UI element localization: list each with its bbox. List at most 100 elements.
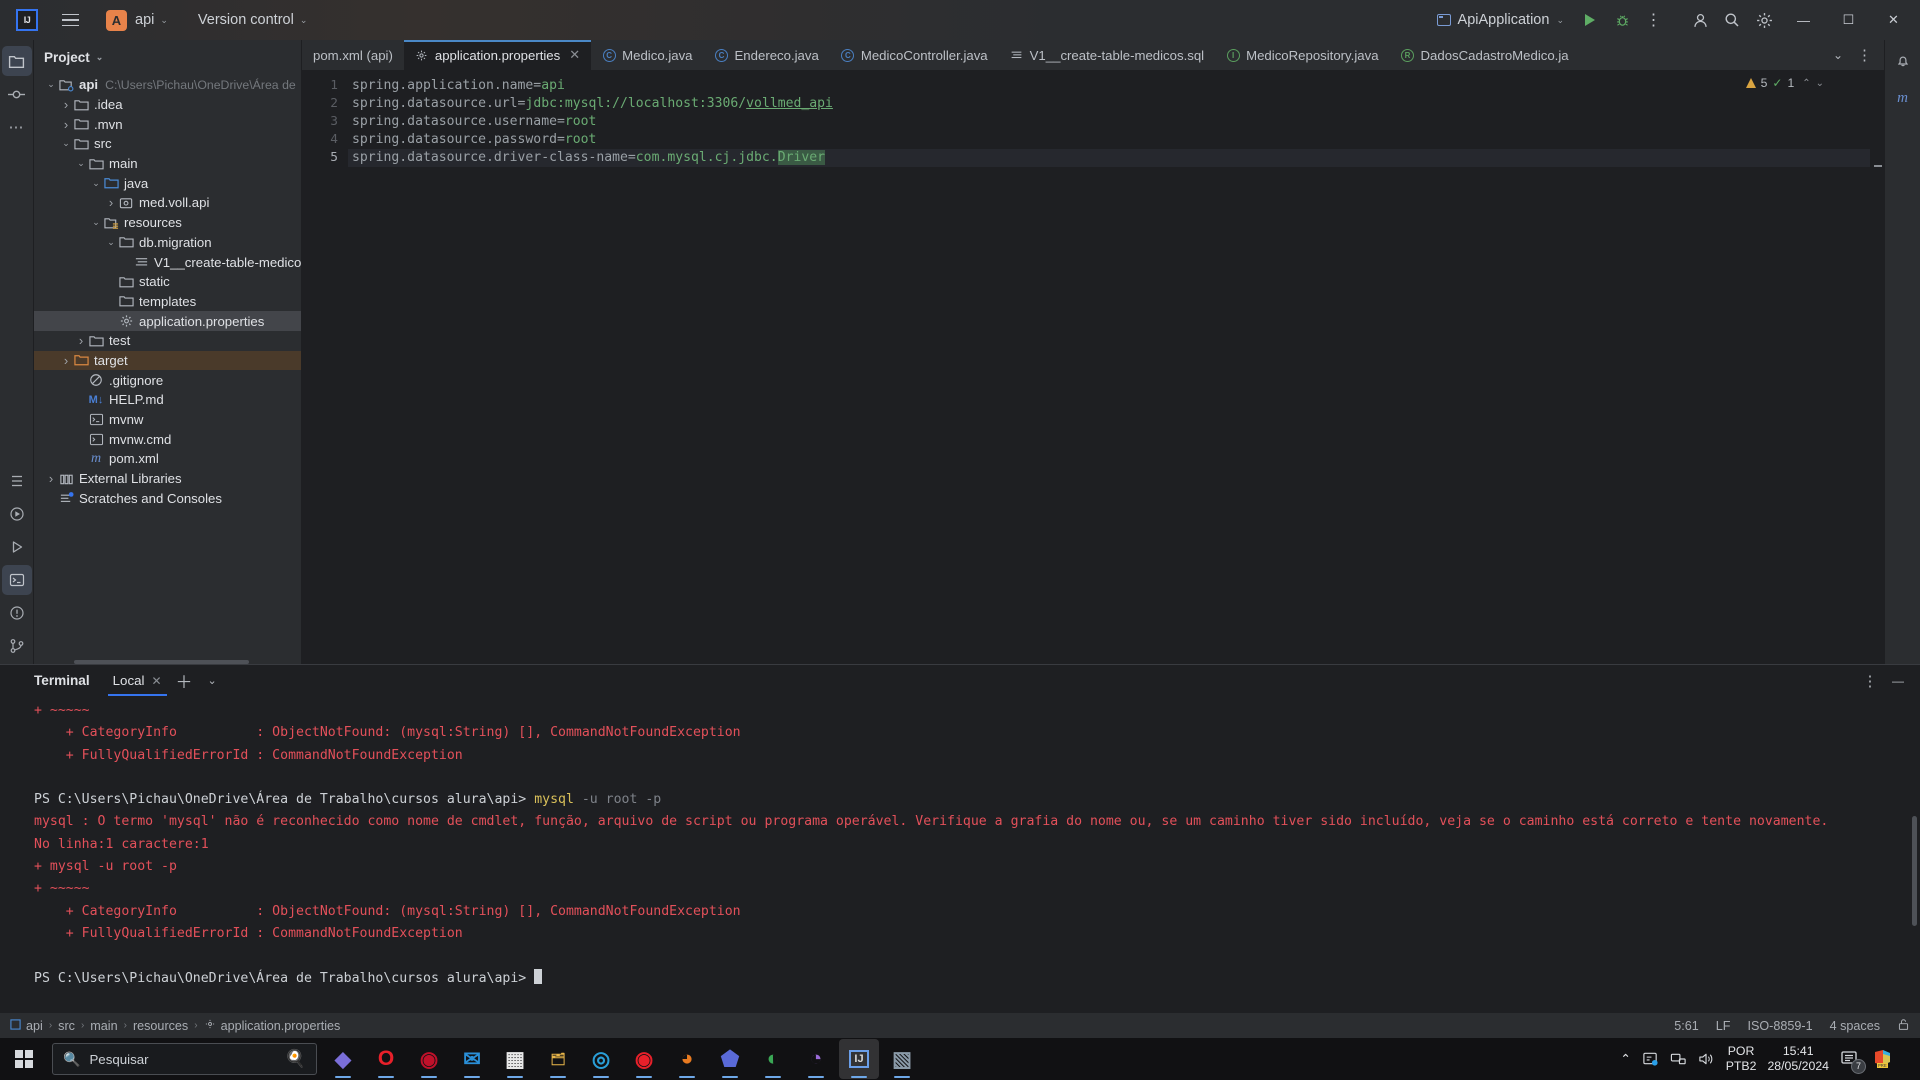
- project-tree[interactable]: ⌄ api C:\Users\Pichau\OneDrive\Área de Tra…: [34, 71, 302, 664]
- breadcrumb-item-api[interactable]: api: [10, 1019, 43, 1033]
- search-button[interactable]: [1717, 5, 1747, 35]
- caret-position[interactable]: 5:61: [1674, 1019, 1699, 1033]
- editor-tab-medicocontroller-java[interactable]: C MedicoController.java: [830, 40, 999, 70]
- git-tool-button[interactable]: [2, 631, 32, 661]
- breadcrumb-item-application-properties[interactable]: application.properties: [204, 1018, 340, 1033]
- taskbar-app-mail[interactable]: ✉: [452, 1039, 492, 1079]
- code-line[interactable]: spring.datasource.username=root: [348, 113, 1870, 131]
- chevron-down-icon[interactable]: ⌄: [59, 138, 73, 149]
- language-indicator[interactable]: POR PTB2: [1726, 1044, 1757, 1074]
- project-tool-button[interactable]: [1, 46, 32, 76]
- project-panel-header[interactable]: Project ⌄: [34, 43, 302, 71]
- editor-tab-strip[interactable]: pom.xml (api) application.properties ✕ C Med…: [302, 40, 1884, 70]
- tree-node-java[interactable]: ⌄ java: [34, 173, 302, 193]
- debug-button[interactable]: [1607, 5, 1637, 35]
- chevron-down-icon[interactable]: ⌄: [1827, 48, 1849, 62]
- terminal-tab-local[interactable]: Local ✕: [107, 665, 167, 696]
- editor-tab-endereco-java[interactable]: C Endereco.java: [704, 40, 830, 70]
- chevron-right-icon[interactable]: ›: [74, 333, 88, 348]
- taskbar-search-input[interactable]: 🔍 Pesquisar 🍳: [52, 1043, 317, 1075]
- taskbar-app-microsoft-copilot[interactable]: ◆: [323, 1039, 363, 1079]
- chevron-right-icon[interactable]: ›: [59, 353, 73, 368]
- close-button[interactable]: ✕: [1871, 0, 1916, 40]
- run-tool-button[interactable]: [2, 499, 32, 529]
- taskbar-app-intellij-idea[interactable]: IJ: [839, 1039, 879, 1079]
- tree-node-idea[interactable]: › .idea: [34, 95, 302, 115]
- taskbar-app-opera-gx[interactable]: ◉: [409, 1039, 449, 1079]
- code-line[interactable]: spring.datasource.driver-class-name=com.…: [348, 149, 1870, 167]
- more-options-icon[interactable]: ⋮: [1851, 46, 1878, 64]
- account-button[interactable]: [1685, 5, 1715, 35]
- notifications-button[interactable]: 7: [1840, 1049, 1866, 1074]
- commit-tool-button[interactable]: [2, 79, 32, 109]
- version-control-dropdown[interactable]: Version control ⌄: [190, 8, 315, 32]
- breadcrumb-item-main[interactable]: main: [90, 1019, 117, 1033]
- line-separator[interactable]: LF: [1716, 1019, 1731, 1033]
- terminal-tool-button[interactable]: [1, 565, 32, 595]
- notifications-tool-button[interactable]: [1888, 46, 1918, 76]
- tree-node-gitignore[interactable]: .gitignore: [34, 370, 302, 390]
- chevron-right-icon[interactable]: ›: [59, 97, 73, 112]
- maximize-button[interactable]: ☐: [1826, 0, 1871, 40]
- debug-tool-button[interactable]: [2, 532, 32, 562]
- indent-setting[interactable]: 4 spaces: [1830, 1019, 1880, 1033]
- taskbar-app-opera-two[interactable]: ◉: [624, 1039, 664, 1079]
- tree-node-mvnw-cmd[interactable]: mvnw.cmd: [34, 429, 302, 449]
- tree-node-target[interactable]: › target: [34, 350, 302, 371]
- problems-tool-button[interactable]: [2, 598, 32, 628]
- terminal-options-button[interactable]: ⋮: [1858, 669, 1882, 693]
- chevron-right-icon[interactable]: ›: [44, 471, 58, 486]
- breadcrumb-item-resources[interactable]: resources: [133, 1019, 188, 1033]
- volume-icon[interactable]: [1698, 1051, 1715, 1067]
- taskbar-app-whatsapp[interactable]: ◐: [753, 1039, 793, 1079]
- chevron-up-icon[interactable]: ⌃: [1620, 1052, 1630, 1066]
- minimize-button[interactable]: —: [1781, 0, 1826, 40]
- breadcrumb-item-src[interactable]: src: [58, 1019, 75, 1033]
- run-configuration-selector[interactable]: ApiApplication ⌄: [1428, 8, 1573, 32]
- project-name-dropdown[interactable]: api ⌄: [127, 8, 176, 32]
- maven-tool-button[interactable]: m: [1888, 83, 1918, 113]
- editor-right-gutter[interactable]: [1870, 70, 1884, 664]
- tree-node-pom-xml[interactable]: m pom.xml: [34, 449, 302, 469]
- editor-tab-v1-create-table-medicos-sql[interactable]: V1__create-table-medicos.sql: [999, 40, 1215, 70]
- taskbar-app-teams[interactable]: ⬟: [710, 1039, 750, 1079]
- taskbar-app-firefox[interactable]: ◕: [667, 1039, 707, 1079]
- structure-tool-button[interactable]: [2, 466, 32, 496]
- file-encoding[interactable]: ISO-8859-1: [1747, 1019, 1812, 1033]
- taskbar-app-discord[interactable]: ◔: [796, 1039, 836, 1079]
- tree-node-v1-create-table-medicos-sq[interactable]: V1__create-table-medicos.sq: [34, 252, 302, 272]
- tree-node-api[interactable]: ⌄ api C:\Users\Pichau\OneDrive\Área de Tra…: [34, 75, 302, 95]
- tree-node-test[interactable]: › test: [34, 331, 302, 351]
- chevron-down-icon[interactable]: ⌄: [44, 79, 58, 90]
- chevron-up-icon[interactable]: ⌃: [1802, 78, 1810, 89]
- tree-node-db-migration[interactable]: ⌄ db.migration: [34, 233, 302, 253]
- code-line[interactable]: spring.datasource.password=root: [348, 131, 1870, 149]
- lock-icon[interactable]: [1897, 1018, 1910, 1034]
- terminal-scrollbar[interactable]: [1912, 816, 1917, 926]
- taskbar-app-microsoft-store[interactable]: ▦: [495, 1039, 535, 1079]
- show-desktop-button[interactable]: [1904, 1038, 1910, 1080]
- chevron-down-icon[interactable]: ⌄: [104, 237, 118, 248]
- tree-node-external-libraries[interactable]: › External Libraries: [34, 469, 302, 489]
- add-terminal-tab-icon[interactable]: ＋: [167, 668, 202, 693]
- chevron-right-icon[interactable]: ›: [104, 195, 118, 210]
- tree-node-resources[interactable]: ⌄ resources: [34, 213, 302, 233]
- tree-node-static[interactable]: static: [34, 272, 302, 292]
- network-icon[interactable]: [1670, 1051, 1687, 1067]
- code-editor[interactable]: spring.application.name=api spring.dataso…: [348, 70, 1870, 664]
- tree-node-src[interactable]: ⌄ src: [34, 134, 302, 154]
- tree-node-scratches-and-consoles[interactable]: Scratches and Consoles: [34, 488, 302, 508]
- main-menu-icon[interactable]: [56, 6, 84, 34]
- taskbar-app-mysql-workbench[interactable]: ▧: [882, 1039, 922, 1079]
- run-button[interactable]: [1575, 5, 1605, 35]
- breadcrumb[interactable]: api › src › main › resources › application.prope…: [10, 1018, 340, 1033]
- project-panel-scrollbar[interactable]: [74, 660, 249, 664]
- editor-tab-dadoscadastromedico-ja[interactable]: R DadosCadastroMedico.ja: [1390, 40, 1580, 70]
- windows-start-icon[interactable]: [0, 1038, 48, 1080]
- chevron-right-icon[interactable]: ›: [59, 117, 73, 132]
- more-tools-button[interactable]: ⋯: [2, 112, 32, 142]
- editor-tab-application-properties[interactable]: application.properties ✕: [403, 40, 592, 70]
- tree-node-help-md[interactable]: M↓ HELP.md: [34, 390, 302, 410]
- tree-node-mvn[interactable]: › .mvn: [34, 114, 302, 134]
- tree-node-application-properties[interactable]: application.properties: [34, 311, 302, 331]
